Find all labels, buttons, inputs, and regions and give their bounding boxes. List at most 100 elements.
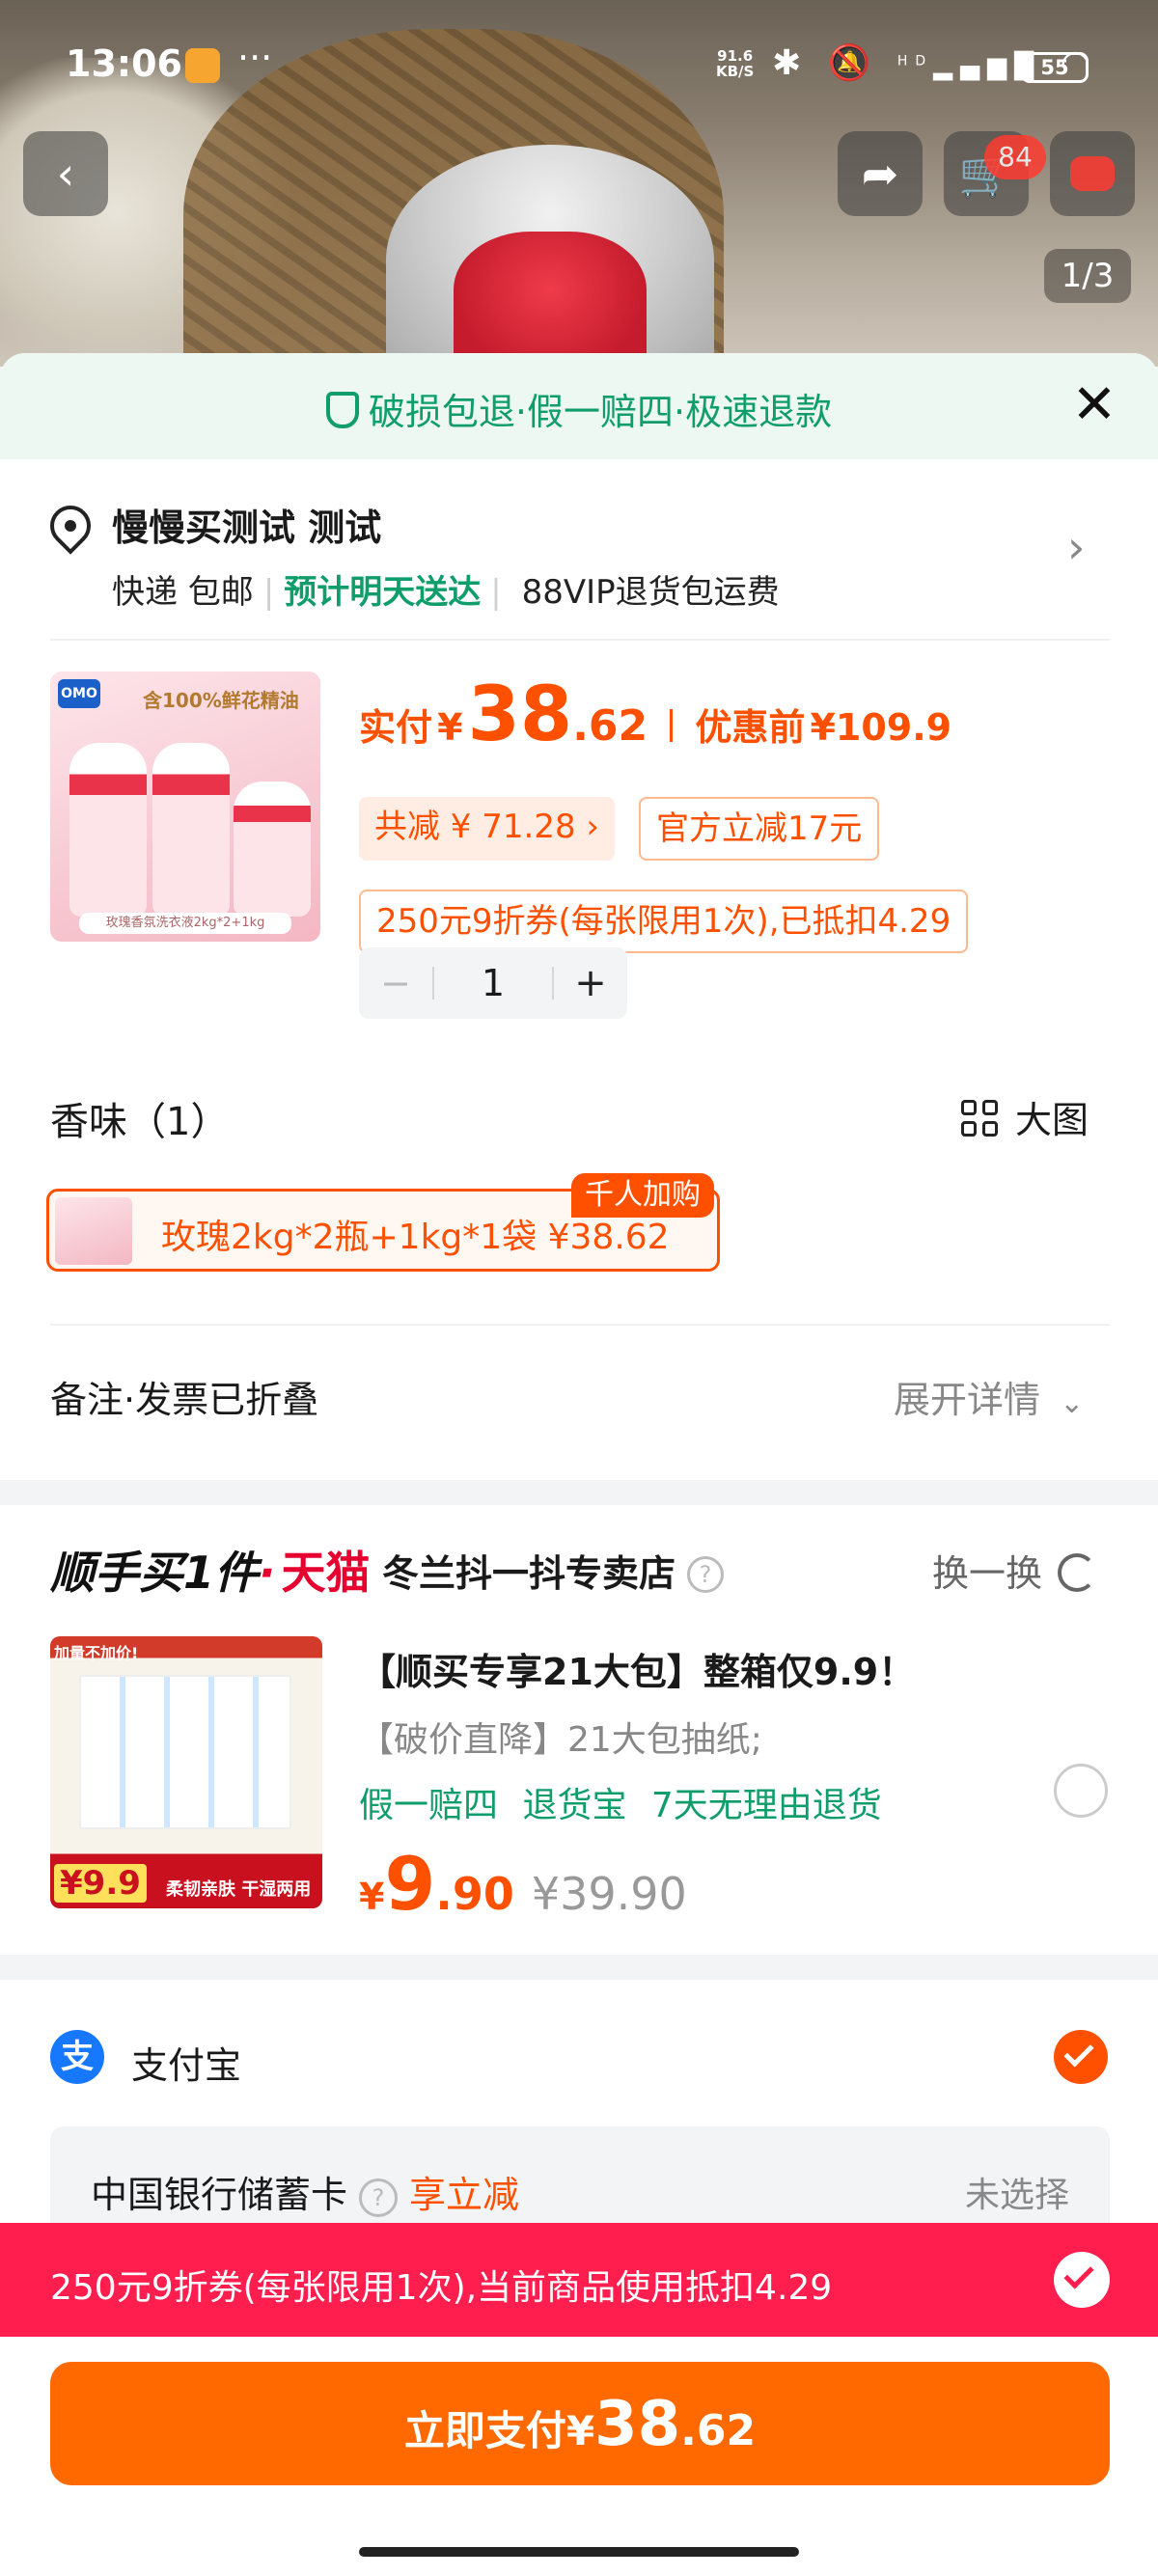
currency: ¥ xyxy=(359,1876,385,1918)
message-icon xyxy=(1070,156,1115,191)
option-thumbnail xyxy=(55,1197,132,1265)
thumb-price: ¥9.9 xyxy=(54,1864,147,1903)
add-on-title: 顺手买1件 xyxy=(50,1547,260,1599)
coupon-selected-check[interactable] xyxy=(1054,2252,1110,2308)
price-decimal: .62 xyxy=(572,701,648,751)
grid-icon xyxy=(961,1100,1000,1138)
net-speed-unit: KB/S xyxy=(716,63,755,80)
shield-check-icon xyxy=(325,392,359,428)
promise-bar: 破损包退·假一赔四·极速退款 ✕ xyxy=(0,353,1158,459)
popular-badge: 千人加购 xyxy=(571,1173,714,1218)
bank-name: 中国银行储蓄卡 xyxy=(91,2174,348,2216)
store-label: 冬兰抖一抖专卖店 xyxy=(382,1552,676,1595)
message-button[interactable] xyxy=(1050,131,1135,216)
back-icon: ‹ xyxy=(56,148,75,200)
hd-label: HD xyxy=(896,53,934,69)
qty-value[interactable]: 1 xyxy=(434,947,552,1019)
refill-bag-image xyxy=(234,781,311,917)
price-integer: 38 xyxy=(467,671,573,758)
check-icon xyxy=(1063,2259,1094,2289)
price-decimal: .62 xyxy=(680,2406,757,2455)
bank-promo: 享立减 xyxy=(409,2174,520,2216)
address-name: 慢慢买测试 测试 xyxy=(112,507,382,549)
pay-now-button[interactable]: 立即支付¥38.62 xyxy=(50,2362,1110,2485)
original-price: ¥39.90 xyxy=(531,1868,687,1920)
bluetooth-icon: ✱ xyxy=(772,43,810,83)
alipay-label[interactable]: 支付宝 xyxy=(131,2036,241,2089)
bottle-image xyxy=(152,743,230,917)
pay-label: 立即支付 xyxy=(403,2407,566,2454)
store-name: 冬兰抖一抖专卖店? xyxy=(382,1544,725,1597)
separator: | xyxy=(262,573,275,612)
qty-plus-button[interactable]: + xyxy=(554,947,627,1019)
brand-logo: OMO xyxy=(58,679,100,708)
section-gap xyxy=(0,1480,1158,1505)
quantity-stepper: − 1 + xyxy=(359,947,627,1019)
product-thumbnail[interactable]: OMO 含100%鲜花精油 玫瑰香氛洗衣液2kg*2+1kg xyxy=(50,671,320,942)
add-on-select-radio[interactable] xyxy=(1054,1764,1108,1818)
coupon-text: 250元9折券(每张限用1次),当前商品使用抵扣4.29 xyxy=(50,2268,833,2308)
chevron-right-icon: › xyxy=(1067,521,1086,573)
bank-info: 中国银行储蓄卡? 享立减 xyxy=(91,2165,519,2218)
expand-label: 展开详情 xyxy=(894,1379,1041,1421)
help-icon[interactable]: ? xyxy=(687,1556,725,1593)
address-meta: 快递 包邮 | 预计明天送达 | 88VIP退货包运费 xyxy=(112,565,780,613)
thumb-footer: 玫瑰香氛洗衣液2kg*2+1kg xyxy=(79,913,291,934)
add-on-subtitle: 【破价直降】21大包抽纸; xyxy=(359,1720,762,1760)
section-gap xyxy=(0,1955,1158,1980)
currency: ¥ xyxy=(565,2407,595,2454)
status-time: 13:06 xyxy=(66,42,182,85)
coupon-bar[interactable]: 250元9折券(每张限用1次),当前商品使用抵扣4.29 xyxy=(0,2223,1158,2337)
net-speed: 91.6 KB/S xyxy=(716,48,754,79)
footer: 立即支付¥38.62 xyxy=(0,2339,1158,2576)
big-view-toggle[interactable]: 大图 xyxy=(961,1090,1089,1143)
battery-indicator: 55 xyxy=(1021,52,1089,83)
discount-total-chip[interactable]: 共减 ¥ 71.28 › xyxy=(359,797,615,861)
separator-dot: · xyxy=(259,1547,276,1599)
divider xyxy=(50,1324,1110,1326)
status-more: ··· xyxy=(237,37,273,79)
shipping-method: 快递 包邮 xyxy=(112,573,254,612)
add-on-price: ¥9.90 ¥39.90 xyxy=(359,1841,687,1927)
price-integer: 9 xyxy=(384,1841,436,1927)
alipay-icon: 支 xyxy=(50,2030,104,2084)
image-index: 1/3 xyxy=(1044,249,1131,303)
close-button[interactable]: ✕ xyxy=(1067,378,1121,432)
before-price: ¥109.9 xyxy=(810,706,952,749)
add-on-thumbnail[interactable]: 加量不加价! ¥9.9 柔韧亲肤 干湿两用 xyxy=(50,1636,322,1908)
big-view-label: 大图 xyxy=(1015,1099,1089,1141)
coupon-chip: 250元9折券(每张限用1次),已抵扣4.29 xyxy=(359,890,969,953)
price-line: 实付 ¥ 38.62 优惠前 ¥109.9 xyxy=(359,671,951,758)
signal-icon: HD▂▄▆█ xyxy=(896,52,1042,81)
vip-return-note: 88VIP退货包运费 xyxy=(521,573,780,612)
back-button[interactable]: ‹ xyxy=(23,131,108,216)
expand-details-button[interactable]: 展开详情 ⌄ xyxy=(894,1370,1084,1423)
alipay-selected-check[interactable] xyxy=(1054,2030,1108,2084)
thumb-badge: 加量不加价! xyxy=(54,1644,139,1662)
address-row[interactable]: 慢慢买测试 测试 快递 包邮 | 预计明天送达 | 88VIP退货包运费 › xyxy=(0,459,1158,633)
mute-icon: 🔕 xyxy=(827,43,879,83)
before-label: 优惠前 xyxy=(695,706,806,749)
add-on-title-text[interactable]: 【顺买专享21大包】整箱仅9.9！ xyxy=(359,1642,915,1695)
swap-button[interactable]: 换一换 xyxy=(932,1544,1097,1597)
add-on-tags: 假一赔四 退货宝 7天无理由退货 xyxy=(359,1786,882,1825)
close-icon: ✕ xyxy=(1071,373,1117,436)
share-button[interactable]: ➦ xyxy=(838,131,923,216)
separator: | xyxy=(490,573,502,612)
official-discount-chip: 官方立减17元 xyxy=(639,797,880,861)
chevron-down-icon: ⌄ xyxy=(1060,1386,1085,1420)
paid-label: 实付 xyxy=(359,706,433,749)
help-icon[interactable]: ? xyxy=(359,2179,399,2217)
separator xyxy=(670,709,674,742)
tmall-logo: 天猫 xyxy=(281,1547,371,1599)
status-bar: 13:06 ··· 91.6 KB/S ✱ 🔕 HD▂▄▆█ ◠ 55 xyxy=(0,0,1158,135)
app-notification-icon xyxy=(185,48,220,83)
currency: ¥ xyxy=(437,706,463,749)
share-icon: ➦ xyxy=(861,148,899,200)
thumb-footer: 柔韧亲肤 干湿两用 xyxy=(166,1879,312,1900)
divider xyxy=(50,639,1110,641)
thumb-tag: 含100%鲜花精油 xyxy=(143,689,299,712)
price-decimal: .90 xyxy=(435,1868,514,1920)
refresh-icon xyxy=(1058,1553,1097,1592)
qty-minus-button[interactable]: − xyxy=(359,947,432,1019)
